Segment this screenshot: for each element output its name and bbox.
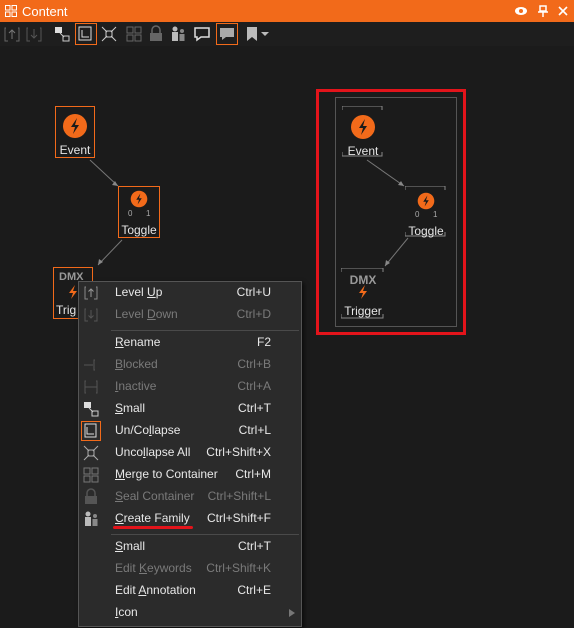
menu-item-edit-annotation[interactable]: Edit Annotation Ctrl+E: [79, 580, 301, 602]
menu-label: Small: [115, 401, 146, 415]
level-down-icon: [84, 308, 98, 322]
menu-shortcut: Ctrl+A: [237, 379, 271, 393]
menu-item-small-2[interactable]: Small Ctrl+T: [79, 536, 301, 558]
lock-icon: [85, 488, 97, 504]
family-icon: [85, 511, 98, 526]
uncollapse-all-icon: [83, 445, 99, 461]
lightning-icon: [63, 114, 87, 138]
create-family-underline-highlight: [113, 526, 193, 529]
small-icon: [84, 402, 99, 417]
lightning-icon: [351, 115, 375, 139]
menu-label: Seal Container: [115, 489, 195, 503]
menu-item-icon[interactable]: Icon: [79, 602, 301, 624]
menu-item-uncollapse-all[interactable]: Uncollapse All Ctrl+Shift+X: [79, 442, 301, 464]
toggle-node[interactable]: 0 1 Toggle: [118, 186, 160, 238]
menu-label: Small: [115, 539, 146, 553]
menu-label: Level Down: [115, 307, 178, 321]
menu-shortcut: Ctrl+Shift+F: [206, 511, 271, 525]
menu-shortcut: Ctrl+L: [238, 423, 271, 437]
menu-separator: [111, 330, 299, 331]
menu-shortcut: Ctrl+B: [237, 357, 271, 371]
bit-off-label: 0: [415, 210, 420, 219]
menu-label: Edit Annotation: [115, 583, 196, 597]
menu-item-blocked[interactable]: Blocked Ctrl+B: [79, 354, 301, 376]
context-menu: Level Up Ctrl+U Level Down Ctrl+D Rename…: [78, 281, 302, 627]
menu-shortcut: Ctrl+D: [236, 307, 271, 321]
menu-label: Un/Collapse: [115, 423, 181, 437]
node-label: Trigger: [344, 304, 382, 318]
menu-shortcut: Ctrl+T: [238, 539, 271, 553]
menu-label: Rename: [115, 335, 161, 349]
family-toggle-node[interactable]: 0 1 Toggle: [405, 186, 447, 238]
menu-shortcut: Ctrl+E: [237, 583, 271, 597]
lightning-icon: [130, 190, 148, 208]
bit-off-label: 0: [128, 209, 133, 218]
menu-item-level-up[interactable]: Level Up Ctrl+U: [79, 282, 301, 304]
menu-label: Uncollapse All: [115, 445, 191, 459]
menu-label: Create Family: [115, 511, 190, 525]
node-label: Event: [59, 143, 91, 157]
menu-item-rename[interactable]: Rename F2: [79, 332, 301, 354]
menu-item-level-down[interactable]: Level Down Ctrl+D: [79, 304, 301, 326]
node-label: Event: [347, 144, 379, 158]
node-label: Toggle: [121, 223, 157, 237]
menu-label: Level Up: [115, 285, 163, 299]
menu-item-uncollapse[interactable]: Un/Collapse Ctrl+L: [79, 420, 301, 442]
menu-separator: [111, 534, 299, 535]
menu-item-merge-to-container[interactable]: Merge to Container Ctrl+M: [79, 464, 301, 486]
submenu-arrow-icon: [289, 609, 295, 617]
lightning-icon: [417, 192, 435, 210]
menu-label: Inactive: [115, 379, 157, 393]
menu-label: Merge to Container: [115, 467, 218, 481]
bit-on-label: 1: [146, 209, 151, 218]
uncollapse-icon: [81, 421, 101, 441]
menu-shortcut: Ctrl+Shift+X: [206, 445, 271, 459]
menu-shortcut: Ctrl+T: [238, 401, 271, 415]
menu-shortcut: Ctrl+Shift+K: [206, 561, 271, 575]
family-event-node[interactable]: Event: [342, 106, 384, 158]
menu-item-small[interactable]: Small Ctrl+T: [79, 398, 301, 420]
blocked-icon: [84, 359, 95, 371]
menu-item-inactive[interactable]: Inactive Ctrl+A: [79, 376, 301, 398]
menu-shortcut: Ctrl+M: [235, 467, 271, 481]
menu-label: Blocked: [115, 357, 158, 371]
merge-icon: [83, 467, 99, 483]
menu-shortcut: Ctrl+Shift+L: [207, 489, 271, 503]
event-node[interactable]: Event: [55, 106, 95, 158]
node-label: Trig: [56, 303, 77, 317]
bit-on-label: 1: [433, 210, 438, 219]
menu-item-seal-container[interactable]: Seal Container Ctrl+Shift+L: [79, 486, 301, 508]
menu-item-edit-keywords[interactable]: Edit Keywords Ctrl+Shift+K: [79, 558, 301, 580]
level-up-icon: [84, 286, 98, 300]
menu-shortcut: F2: [256, 335, 271, 349]
menu-shortcut: Ctrl+U: [236, 285, 271, 299]
family-trigger-node[interactable]: DMX Trigger: [341, 268, 385, 320]
menu-label: Icon: [115, 605, 138, 619]
node-label: Toggle: [408, 224, 444, 238]
inactive-icon: [84, 380, 98, 394]
menu-label: Edit Keywords: [115, 561, 192, 575]
lightning-icon: [359, 285, 367, 299]
